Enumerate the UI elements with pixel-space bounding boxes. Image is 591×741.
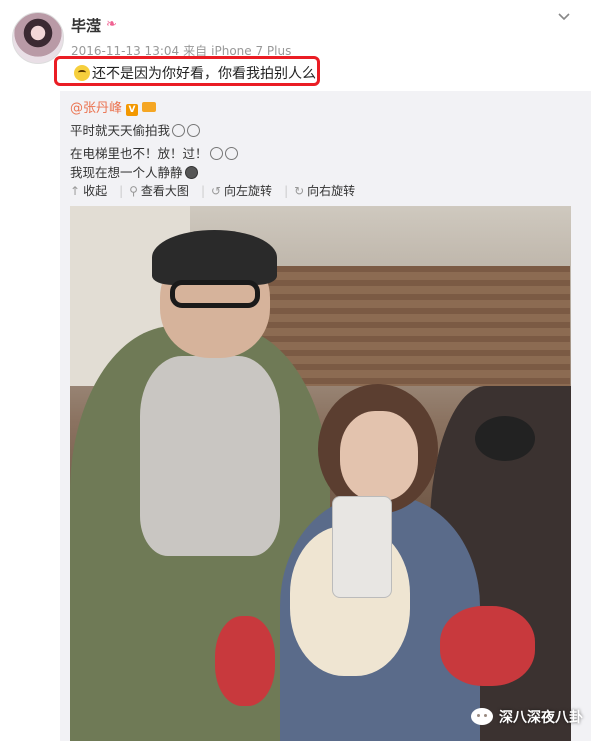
post-text-row: 还不是因为你好看，你看我拍别人么 [74,63,316,83]
face-emoji-icon [224,147,238,160]
image-actions-bar: ↑ 收起 | ⚲ 查看大图 | ↺ 向左旋转 | ↻ 向右旋转 [70,182,361,199]
post-text: 还不是因为你好看，你看我拍别人么 [92,66,316,82]
watermark: 深八深夜八卦 [471,707,583,727]
repost-line-3: 我现在想一个人静静 [70,165,183,180]
verified-v-icon: V [126,104,139,116]
face-emoji-icon [172,124,186,137]
view-large-label: 查看大图 [140,184,189,198]
collapse-label: 收起 [83,184,108,198]
view-large-button[interactable]: ⚲ 查看大图 [129,182,189,199]
red-fur-cuff [440,606,535,686]
divider: | [284,184,289,198]
phone-shape [332,496,392,598]
search-icon: ⚲ [129,184,138,198]
post-photo[interactable] [70,206,571,741]
smiley-emoji-icon [74,65,90,81]
divider: | [119,184,124,198]
rotate-right-button[interactable]: ↻ 向右旋转 [294,182,355,199]
rotate-left-button[interactable]: ↺ 向左旋转 [211,182,272,199]
post-username[interactable]: 毕滢 [71,15,101,36]
watermark-text: 深八深夜八卦 [499,710,583,726]
collapse-arrow-icon: ↑ [70,184,81,198]
crown-icon [142,102,157,112]
man-glasses [170,280,260,308]
repost-line-1-row: 平时就天天偷拍我 [70,120,201,139]
repost-author[interactable]: @张丹峰 [70,101,122,116]
divider: | [200,184,205,198]
repost-line-1: 平时就天天偷拍我 [70,123,171,138]
rotate-right-icon: ↻ [294,184,305,198]
red-fur-sleeve [215,616,275,706]
woman-face [340,411,418,501]
repost-line-2-row: 在电梯里也不！放！过！ [70,143,238,162]
vip-icon: ❧ [106,17,117,32]
dark-face-emoji-icon [184,166,198,179]
rotate-left-icon: ↺ [210,184,222,198]
collapse-button[interactable]: ↑ 收起 [70,182,107,199]
repost-line-3-row: 我现在想一个人静静 [70,162,198,181]
repost-author-row: @张丹峰 V [70,97,157,116]
repost-line-2: 在电梯里也不！放！过！ [70,146,208,161]
face-emoji-icon [187,124,201,137]
man-cap [152,230,277,285]
face-emoji-icon [209,147,223,160]
wechat-icon [471,708,493,725]
chevron-down-icon[interactable] [557,10,571,24]
elevator-wood-panel [250,266,570,386]
rotate-right-label: 向右旋转 [307,184,356,198]
camera-shape [475,416,535,461]
man-hoodie [140,356,280,556]
rotate-left-label: 向左旋转 [224,184,273,198]
